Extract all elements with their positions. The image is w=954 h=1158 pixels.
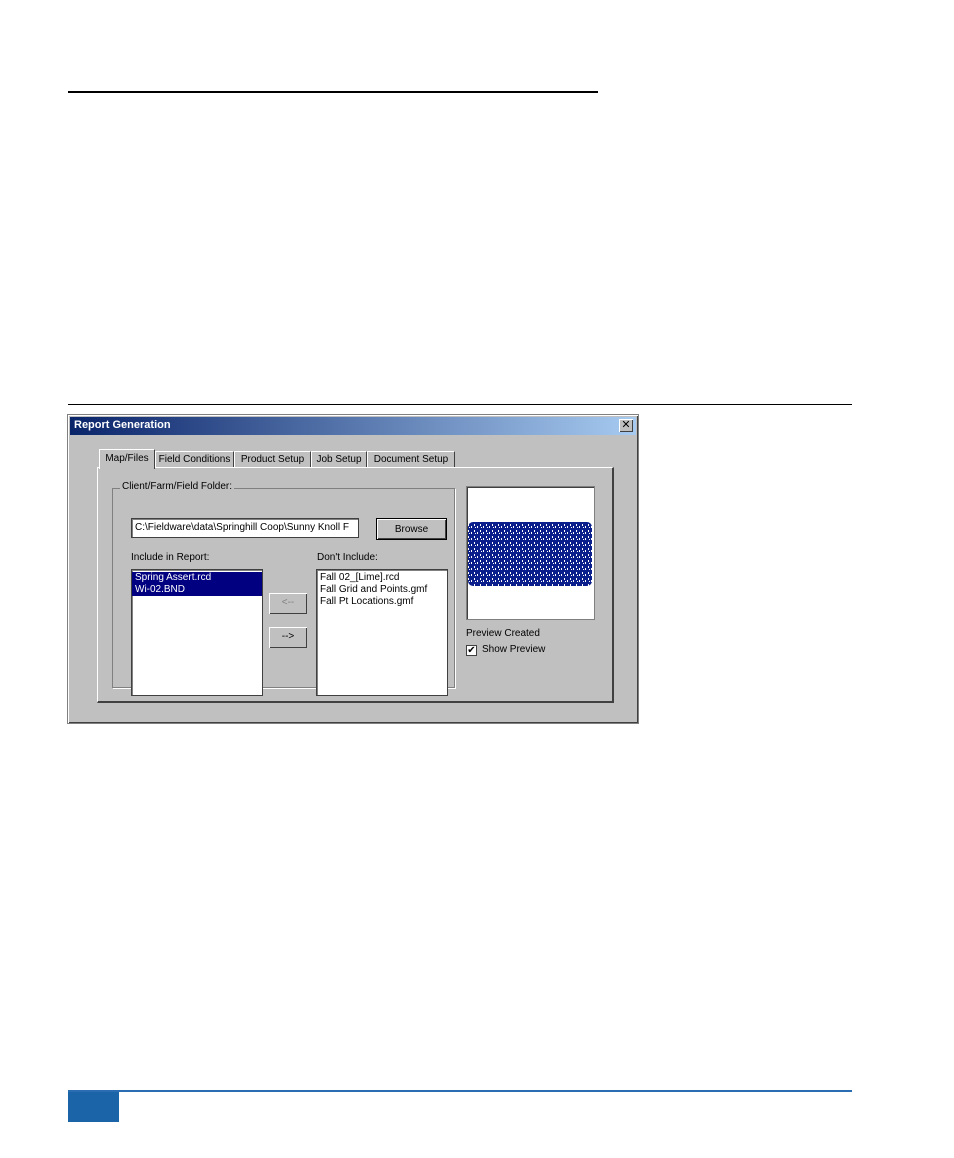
move-left-button[interactable]: <--: [269, 593, 307, 614]
exclude-listbox[interactable]: Fall 02_[Lime].rcd Fall Grid and Points.…: [316, 569, 448, 696]
top-rule: [68, 91, 598, 93]
tab-map-files[interactable]: Map/Files: [99, 449, 155, 469]
show-preview-label: Show Preview: [482, 644, 546, 655]
folder-groupbox: Client/Farm/Field Folder: C:\Fieldware\d…: [112, 481, 455, 696]
footer-rule: [68, 1090, 852, 1092]
include-label: Include in Report:: [131, 552, 210, 563]
close-button[interactable]: ✕: [619, 419, 633, 432]
title-bar[interactable]: Report Generation ✕: [70, 417, 636, 435]
exclude-label: Don't Include:: [317, 552, 378, 563]
show-preview-checkbox[interactable]: ✔: [466, 645, 477, 656]
tab-job-setup[interactable]: Job Setup: [311, 451, 367, 467]
list-item[interactable]: Fall Grid and Points.gmf: [317, 584, 447, 596]
footer-page-tab: [68, 1092, 119, 1122]
browse-button[interactable]: Browse: [376, 518, 447, 540]
tab-product-setup[interactable]: Product Setup: [234, 451, 311, 467]
field-map-image: [468, 522, 592, 586]
list-item[interactable]: Fall Pt Locations.gmf: [317, 596, 447, 608]
section-rule: [68, 404, 852, 405]
preview-status: Preview Created: [466, 628, 540, 639]
map-preview: [466, 486, 595, 620]
tab-field-conditions[interactable]: Field Conditions: [155, 451, 234, 467]
move-right-button[interactable]: -->: [269, 627, 307, 648]
folder-group-label: Client/Farm/Field Folder:: [120, 481, 235, 492]
report-generation-dialog: Report Generation ✕ Map/Files Field Cond…: [67, 414, 639, 724]
list-item[interactable]: Wi-02.BND: [132, 584, 262, 596]
tab-document-setup[interactable]: Document Setup: [367, 451, 455, 467]
dialog-title: Report Generation: [74, 419, 171, 431]
list-item[interactable]: Spring Assert.rcd: [132, 572, 262, 584]
folder-path-field[interactable]: C:\Fieldware\data\Springhill Coop\Sunny …: [131, 518, 359, 538]
tab-panel: Client/Farm/Field Folder: C:\Fieldware\d…: [97, 467, 614, 703]
close-icon: ✕: [621, 418, 631, 431]
checkmark-icon: ✔: [467, 645, 476, 656]
include-listbox[interactable]: Spring Assert.rcd Wi-02.BND: [131, 569, 263, 696]
list-item[interactable]: Fall 02_[Lime].rcd: [317, 572, 447, 584]
